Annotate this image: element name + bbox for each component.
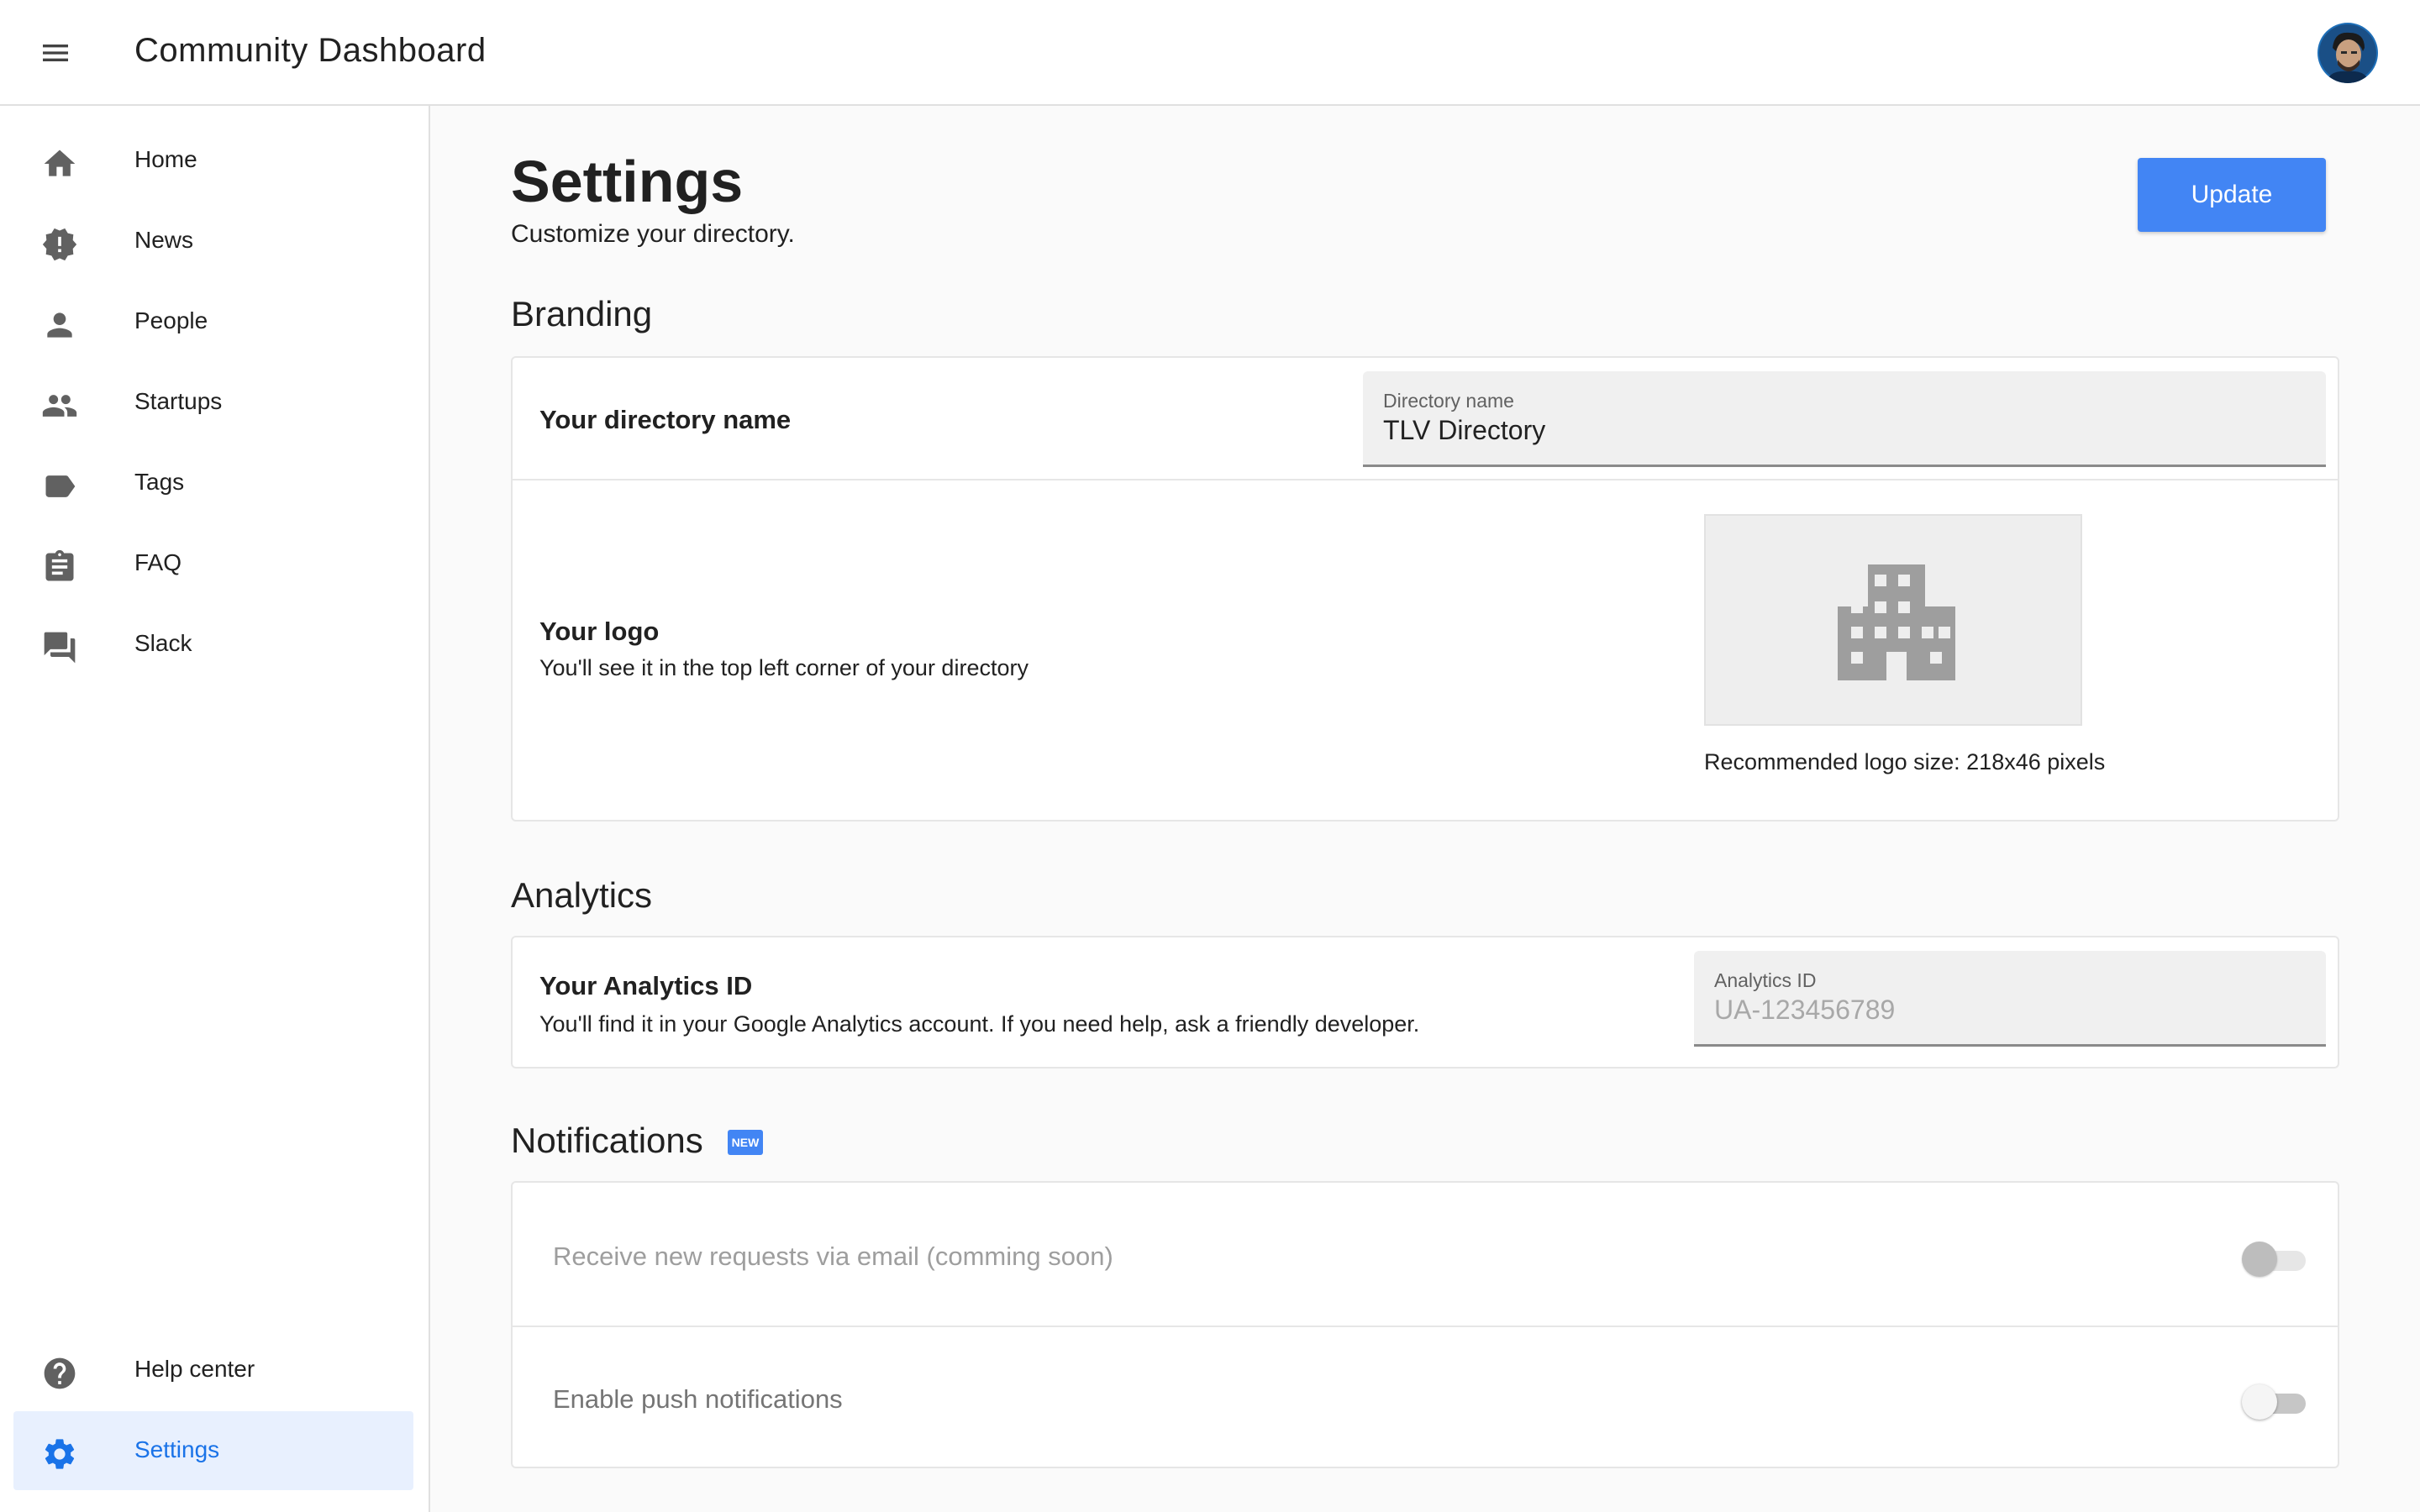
chat-icon [41, 629, 78, 666]
directory-name-title: Your directory name [539, 405, 792, 434]
analytics-title: Your Analytics ID [539, 971, 753, 1000]
sidebar-item-startups[interactable]: Startups [13, 363, 413, 442]
sidebar-item-label: Help center [134, 1356, 255, 1382]
sidebar-item-label: Startups [134, 388, 223, 414]
analytics-id-field-label: Analytics ID [1714, 969, 1817, 991]
sidebar-item-slack[interactable]: Slack [13, 605, 413, 684]
section-title-notifications: Notifications [511, 1121, 703, 1160]
sidebar-item-label: Slack [134, 630, 192, 656]
update-button[interactable]: Update [2138, 158, 2326, 232]
logo-title: Your logo [539, 617, 660, 646]
toggle-thumb [2242, 1384, 2277, 1420]
directory-name-input[interactable] [1383, 415, 2306, 446]
sidebar-item-news[interactable]: News [13, 202, 413, 281]
logo-description: You'll see it in the top left corner of … [539, 655, 1028, 680]
logo-row: Your logo You'll see it in the top left … [513, 480, 2338, 820]
sidebar-item-label: FAQ [134, 549, 182, 575]
notifications-card: Receive new requests via email (comming … [511, 1181, 2339, 1468]
sidebar-item-label: News [134, 227, 194, 253]
analytics-description: You'll find it in your Google Analytics … [539, 1011, 1420, 1037]
sidebar-item-label: People [134, 307, 208, 333]
sidebar-item-settings[interactable]: Settings [13, 1411, 413, 1490]
help-icon [41, 1355, 78, 1392]
sidebar: Home News People Startups Tags FAQ Slack… [0, 106, 430, 1512]
logo-upload[interactable] [1704, 514, 2082, 726]
branding-card: Your directory name Directory name Your … [511, 356, 2339, 822]
new-badge: NEW [728, 1130, 763, 1155]
home-icon [41, 145, 78, 182]
push-notifications-toggle[interactable] [2242, 1383, 2309, 1421]
logo-size-hint: Recommended logo size: 218x46 pixels [1704, 749, 2106, 774]
directory-name-field-label: Directory name [1383, 390, 1514, 412]
sidebar-item-label: Home [134, 146, 197, 172]
clipboard-icon [41, 549, 78, 585]
sidebar-item-label: Settings [134, 1436, 220, 1462]
sidebar-item-home[interactable]: Home [13, 121, 413, 200]
analytics-id-field[interactable]: Analytics ID [1694, 951, 2326, 1047]
app-title: Community Dashboard [134, 32, 487, 69]
divider [513, 1326, 2338, 1327]
analytics-id-input[interactable] [1714, 995, 2306, 1026]
app-bar: Community Dashboard [0, 0, 2420, 106]
section-title-analytics: Analytics [511, 875, 653, 915]
directory-name-field[interactable]: Directory name [1363, 371, 2326, 467]
analytics-card: Your Analytics ID You'll find it in your… [511, 936, 2339, 1068]
person-icon [41, 307, 78, 344]
push-notifications-label: Enable push notifications [553, 1384, 843, 1414]
sidebar-item-help-center[interactable]: Help center [13, 1331, 413, 1410]
toggle-thumb [2242, 1242, 2277, 1277]
group-icon [41, 387, 78, 424]
news-badge-icon [41, 226, 78, 263]
sidebar-item-label: Tags [134, 469, 185, 495]
menu-icon[interactable] [39, 36, 72, 70]
page-title: Settings [511, 149, 744, 214]
user-avatar[interactable] [2317, 23, 2378, 83]
tag-icon [41, 468, 78, 505]
building-icon [1838, 564, 1955, 680]
email-notifications-toggle[interactable] [2242, 1240, 2309, 1278]
sidebar-item-tags[interactable]: Tags [13, 444, 413, 522]
sidebar-item-faq[interactable]: FAQ [13, 524, 413, 603]
gear-icon [41, 1436, 78, 1473]
email-notifications-label: Receive new requests via email (comming … [553, 1242, 1113, 1271]
sidebar-item-people[interactable]: People [13, 282, 413, 361]
section-title-branding: Branding [511, 294, 653, 333]
page-subtitle: Customize your directory. [511, 220, 795, 248]
